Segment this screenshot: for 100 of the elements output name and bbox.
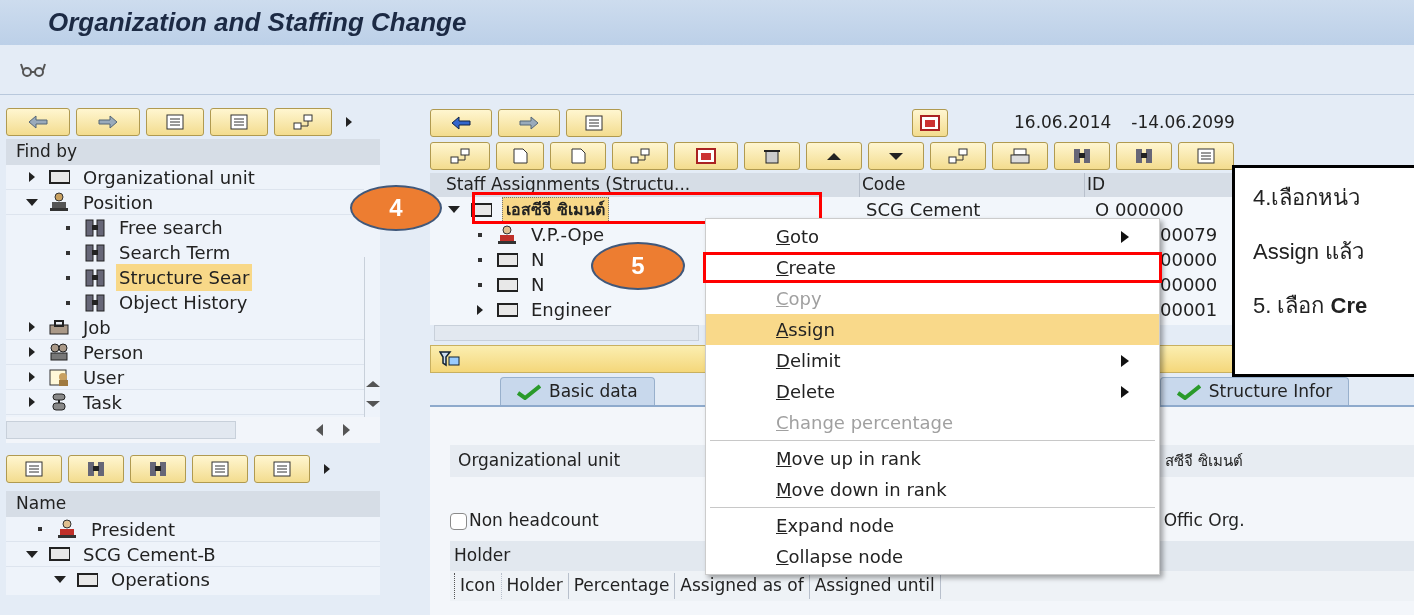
menu-item[interactable]: Delete	[706, 376, 1159, 407]
checkbox[interactable]	[450, 512, 467, 530]
menu-item[interactable]: Move down in rank	[706, 474, 1159, 505]
table-cell: 00000	[1160, 274, 1218, 295]
toolbar-button[interactable]	[496, 142, 544, 170]
bullet-icon	[478, 232, 482, 237]
search-button[interactable]	[68, 455, 124, 483]
print-button[interactable]	[992, 142, 1048, 170]
toolbar-button[interactable]	[612, 142, 668, 170]
collapse-arrow-icon[interactable]	[26, 550, 38, 558]
hierarchy-icon	[449, 147, 471, 165]
expand-arrow-icon[interactable]	[29, 172, 35, 182]
field-label: Organizational unit	[457, 449, 621, 473]
toolbar-button[interactable]	[930, 142, 986, 170]
collapse-arrow-icon[interactable]	[26, 198, 38, 206]
tree-item[interactable]: Position	[80, 188, 157, 216]
forward-button[interactable]	[498, 109, 560, 137]
toolbar-button[interactable]	[146, 108, 204, 136]
checkbox-label: Non headcount	[469, 509, 599, 533]
expand-arrow-icon[interactable]	[29, 397, 35, 407]
tab[interactable]: Structure Infor	[1159, 377, 1350, 405]
tree-item[interactable]: N	[528, 246, 548, 273]
menu-item[interactable]: Create	[703, 252, 1162, 283]
down-button[interactable]	[868, 142, 924, 170]
back-button[interactable]	[430, 109, 492, 137]
toolbar-button[interactable]	[566, 109, 622, 137]
tree-item[interactable]: N	[528, 271, 548, 298]
bullet-icon	[66, 300, 70, 305]
tree-item[interactable]: Job	[80, 313, 114, 341]
binoculars-icon	[147, 460, 169, 478]
menu-item[interactable]: Delimit	[706, 345, 1159, 376]
submenu-arrow-icon	[1121, 385, 1129, 398]
instruction-text: 5. เลือก Cre	[1253, 292, 1369, 320]
binoculars-icon	[84, 242, 106, 263]
tab[interactable]: Basic data	[500, 377, 655, 405]
delete-button[interactable]	[744, 142, 800, 170]
tree-item[interactable]: Person	[80, 338, 147, 366]
tree-item[interactable]: Structure Sear	[116, 264, 253, 291]
menu-item[interactable]: Expand node	[706, 510, 1159, 541]
expand-arrow-icon[interactable]	[29, 347, 35, 357]
collapse-arrow-icon[interactable]	[54, 576, 66, 583]
up-button[interactable]	[806, 142, 862, 170]
arrow-right-icon	[518, 114, 540, 132]
person-icon	[48, 192, 70, 212]
menu-item[interactable]: Assign	[706, 314, 1159, 345]
toolbar-button[interactable]	[192, 455, 248, 483]
calendar-button[interactable]	[912, 109, 948, 137]
column-header: Percentage	[568, 573, 676, 599]
table-cell: 00000	[1160, 249, 1218, 270]
arrow-left-icon	[450, 114, 472, 132]
horizontal-scrollbar[interactable]	[6, 417, 380, 443]
tree-item[interactable]: Object History	[116, 289, 251, 316]
tree-item[interactable]: SCG Cement-B	[80, 540, 219, 568]
tree-item[interactable]: เอสซีจี ซิเมนต์	[502, 196, 609, 223]
person-icon	[56, 519, 78, 539]
filter-icon[interactable]	[439, 351, 461, 367]
forward-button[interactable]	[76, 108, 140, 136]
tree-item[interactable]: Task	[80, 388, 125, 416]
binoculars-icon	[84, 292, 106, 313]
tree-item[interactable]: User	[80, 363, 128, 391]
tree-item[interactable]: Operations	[108, 566, 213, 593]
more-arrow-icon[interactable]	[346, 117, 352, 127]
expand-arrow-icon[interactable]	[29, 322, 35, 332]
search-button[interactable]	[1054, 142, 1110, 170]
expand-arrow-icon[interactable]	[29, 372, 35, 382]
column-header: Icon	[454, 573, 502, 599]
toolbar-button[interactable]	[6, 455, 62, 483]
toolbar-button[interactable]	[550, 142, 606, 170]
glasses-icon[interactable]	[20, 61, 46, 78]
toolbar-button[interactable]	[210, 108, 268, 136]
list-icon	[209, 460, 231, 478]
menu-item[interactable]: Goto	[706, 221, 1159, 252]
tree-item[interactable]: Engineer	[528, 296, 615, 323]
vertical-scrollbar[interactable]	[364, 257, 380, 417]
tree-item[interactable]: Search Term	[116, 239, 234, 266]
expand-arrow-icon[interactable]	[477, 304, 483, 315]
more-arrow-icon[interactable]	[324, 464, 330, 474]
tree-item[interactable]: Free search	[116, 214, 226, 241]
toolbar-button[interactable]	[674, 142, 738, 170]
tree-item[interactable]: President	[88, 517, 178, 543]
bullet-icon	[66, 225, 70, 230]
search-button[interactable]	[1116, 142, 1172, 170]
toolbar-button[interactable]	[1178, 142, 1234, 170]
org-unit-icon	[48, 167, 70, 187]
horizontal-scrollbar[interactable]	[434, 325, 699, 341]
people-icon	[48, 342, 70, 362]
bullet-icon	[66, 275, 70, 280]
menu-item[interactable]: Collapse node	[706, 541, 1159, 572]
list-icon	[271, 460, 293, 478]
printer-icon	[1009, 147, 1031, 165]
org-unit-value: สซีจี ซิเมนต์	[1165, 450, 1243, 472]
toolbar-button[interactable]	[274, 108, 332, 136]
toolbar-button[interactable]	[430, 142, 490, 170]
table-cell: SCG Cement	[866, 199, 981, 220]
submenu-arrow-icon	[1121, 354, 1129, 367]
toolbar-button[interactable]	[254, 455, 310, 483]
tree-item[interactable]: Organizational unit	[80, 165, 258, 191]
collapse-arrow-icon[interactable]	[448, 206, 460, 213]
menu-item[interactable]: Move up in rank	[706, 443, 1159, 474]
search-button[interactable]	[130, 455, 186, 483]
